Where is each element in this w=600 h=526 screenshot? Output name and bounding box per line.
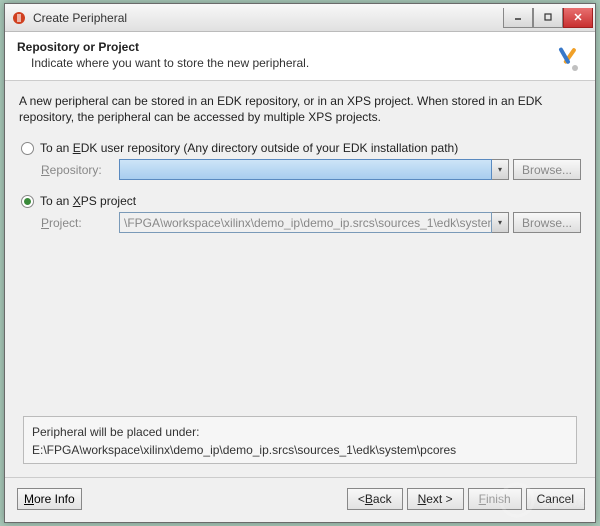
project-field-row: Project: \FPGA\workspace\xilinx\demo_ip\…	[41, 212, 581, 233]
finish-button[interactable]: Finish	[468, 488, 522, 510]
radio-edk-repository[interactable]: To an EDK user repository (Any directory…	[21, 141, 581, 155]
title-bar: Create Peripheral	[5, 4, 595, 32]
radio-xps-project[interactable]: To an XPS project	[21, 194, 581, 208]
wizard-header: Repository or Project Indicate where you…	[5, 32, 595, 81]
radio-icon	[21, 195, 34, 208]
chevron-down-icon: ▾	[498, 165, 502, 174]
intro-text: A new peripheral can be stored in an EDK…	[19, 93, 581, 125]
repository-browse-button[interactable]: Browse...	[513, 159, 581, 180]
placement-path: E:\FPGA\workspace\xilinx\demo_ip\demo_ip…	[32, 441, 568, 459]
window-buttons	[503, 8, 593, 28]
page-title: Repository or Project	[17, 40, 583, 54]
page-subtitle: Indicate where you want to store the new…	[31, 56, 583, 70]
project-input[interactable]: \FPGA\workspace\xilinx\demo_ip\demo_ip.s…	[119, 212, 492, 233]
repository-input[interactable]	[119, 159, 492, 180]
footer-separator	[5, 477, 595, 478]
back-button[interactable]: < Back	[347, 488, 403, 510]
project-label: Project:	[41, 216, 119, 230]
radio-xps-label: To an XPS project	[40, 194, 136, 208]
radio-edk-label: To an EDK user repository (Any directory…	[40, 141, 458, 155]
project-dropdown-button[interactable]: ▾	[492, 212, 509, 233]
repository-label: Repository:	[41, 163, 119, 177]
project-browse-button[interactable]: Browse...	[513, 212, 581, 233]
placement-label: Peripheral will be placed under:	[32, 423, 568, 441]
wizard-body: A new peripheral can be stored in an EDK…	[5, 81, 595, 367]
more-info-button[interactable]: More Info	[17, 488, 82, 510]
app-icon	[11, 10, 27, 26]
chevron-down-icon: ▾	[498, 218, 502, 227]
maximize-button[interactable]	[533, 8, 563, 28]
window-title: Create Peripheral	[33, 11, 503, 25]
next-button[interactable]: Next >	[407, 488, 464, 510]
placement-path-box: Peripheral will be placed under: E:\FPGA…	[23, 416, 577, 464]
wizard-footer-buttons: < Back Next > Finish Cancel	[347, 488, 585, 510]
radio-icon	[21, 142, 34, 155]
cancel-button[interactable]: Cancel	[526, 488, 585, 510]
spacer	[19, 247, 581, 357]
dialog-window: Create Peripheral Repository or Project …	[4, 3, 596, 523]
repository-field-row: Repository: ▾ Browse...	[41, 159, 581, 180]
wizard-banner-icon	[551, 44, 583, 76]
repository-dropdown-button[interactable]: ▾	[492, 159, 509, 180]
close-button[interactable]	[563, 8, 593, 28]
minimize-button[interactable]	[503, 8, 533, 28]
